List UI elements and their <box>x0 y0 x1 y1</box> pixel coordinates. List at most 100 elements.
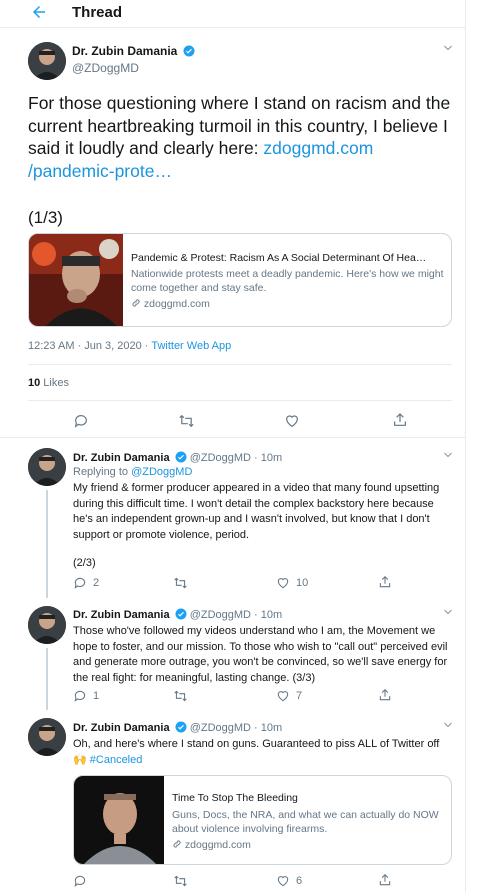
avatar[interactable] <box>28 718 66 756</box>
retweet-icon <box>173 874 188 888</box>
card-title: Time To Stop The Bleeding <box>172 792 298 804</box>
reply-button[interactable]: 1 <box>73 689 99 703</box>
heart-icon <box>276 874 290 888</box>
link-icon <box>131 298 144 310</box>
author-name[interactable]: Dr. Zubin Damania <box>73 609 170 621</box>
card-title: Pandemic & Protest: Racism As A Social D… <box>131 252 427 264</box>
like-button[interactable]: 6 <box>276 874 302 888</box>
share-icon <box>378 688 392 702</box>
share-button[interactable] <box>378 575 392 589</box>
like-count: 6 <box>296 875 303 887</box>
verified-badge-icon <box>175 608 187 623</box>
retweet-icon <box>178 413 195 429</box>
reply-icon <box>73 689 87 703</box>
author-name[interactable]: Dr. Zubin Damania <box>72 44 195 60</box>
share-button[interactable] <box>378 688 392 702</box>
reply-count: 1 <box>93 690 100 702</box>
card-image <box>74 776 164 864</box>
card-domain-text: zdoggmd.com <box>143 298 210 310</box>
retweet-button[interactable] <box>173 874 194 888</box>
card-description: Guns, Docs, the NRA, and what we can act… <box>172 809 439 835</box>
like-button[interactable] <box>284 413 300 429</box>
divider <box>28 400 452 401</box>
share-button[interactable] <box>378 873 392 887</box>
reply-text-body: Oh, and here's where I stand on guns. Gu… <box>73 738 440 750</box>
card-description: Nationwide protests meet a deadly pandem… <box>131 268 444 294</box>
avatar[interactable] <box>28 448 66 486</box>
share-button[interactable] <box>392 412 408 428</box>
page-title: Thread <box>72 4 123 21</box>
thread-line <box>46 648 48 710</box>
card-domain-text: zdoggmd.com <box>184 839 251 851</box>
retweet-icon <box>173 689 188 703</box>
reply-header: Dr. Zubin Damania @ZDoggMD · 10m <box>73 608 282 623</box>
avatar[interactable] <box>28 42 66 80</box>
share-icon <box>378 575 392 589</box>
reply-button[interactable]: 2 <box>73 576 99 590</box>
author-handle[interactable]: @ZDoggMD · 10m <box>190 722 282 734</box>
reply-header: Dr. Zubin Damania @ZDoggMD · 10m <box>73 721 282 736</box>
retweet-button[interactable] <box>178 413 195 429</box>
author-handle[interactable]: @ZDoggMD <box>72 61 139 75</box>
author-name[interactable]: Dr. Zubin Damania <box>73 722 170 734</box>
thread-view: Thread Dr. Zubin Damania @ZDoggMD For th… <box>0 0 466 892</box>
like-button[interactable]: 7 <box>276 689 302 703</box>
tweet-text-body: For those questioning where I stand on r… <box>28 93 451 158</box>
hashtag-link[interactable]: #Canceled <box>90 754 143 766</box>
author-handle[interactable]: @ZDoggMD · 10m <box>190 609 282 621</box>
thread-header: Thread <box>0 0 465 28</box>
link-icon <box>172 839 182 851</box>
retweet-button[interactable] <box>173 689 194 703</box>
heart-icon <box>276 689 290 703</box>
link-card[interactable]: Pandemic & Protest: Racism As A Social D… <box>28 233 452 327</box>
avatar[interactable] <box>28 606 66 644</box>
share-icon <box>378 873 392 887</box>
reply-icon <box>73 413 89 429</box>
chevron-down-icon[interactable] <box>442 449 454 464</box>
replying-to: Replying to @ZDoggMD <box>73 466 192 478</box>
verified-badge-icon <box>183 45 195 60</box>
tweet-counter: (1/3) <box>28 208 63 227</box>
chevron-down-icon[interactable] <box>442 42 454 57</box>
link-card[interactable]: Time To Stop The Bleeding Guns, Docs, th… <box>73 775 452 865</box>
raised-hands-emoji: 🙌 <box>73 753 87 766</box>
reply-counter: (2/3) <box>73 557 96 569</box>
likes-label: Likes <box>40 377 69 389</box>
reply-button[interactable] <box>73 874 93 888</box>
arrow-left-icon[interactable] <box>30 3 50 23</box>
reply-header: Dr. Zubin Damania @ZDoggMD · 10m <box>73 451 282 466</box>
tweet-link-part1: zdoggmd.com <box>263 138 374 158</box>
card-image <box>29 234 123 326</box>
author-name-text: Dr. Zubin Damania <box>72 44 178 58</box>
reply-count: 2 <box>93 577 100 589</box>
likes-summary[interactable]: 10 Likes <box>28 377 69 389</box>
reply-text: Oh, and here's where I stand on guns. Gu… <box>73 737 451 768</box>
likes-count: 10 <box>28 377 41 389</box>
scrollbar[interactable] <box>467 0 479 892</box>
replying-label: Replying to <box>73 466 132 478</box>
share-icon <box>392 412 408 428</box>
heart-icon <box>276 576 290 590</box>
verified-badge-icon <box>175 451 187 466</box>
like-count: 7 <box>296 690 303 702</box>
reply-text: My friend & former producer appeared in … <box>73 482 440 541</box>
reply-button[interactable] <box>73 413 89 429</box>
author-name[interactable]: Dr. Zubin Damania <box>73 452 170 464</box>
retweet-button[interactable] <box>173 576 194 590</box>
author-handle[interactable]: @ZDoggMD · 10m <box>190 452 282 464</box>
tweet-link-part2: /pandemic-prote… <box>28 160 172 181</box>
heart-icon <box>284 413 300 429</box>
tweet-text: For those questioning where I stand on r… <box>28 92 458 182</box>
replying-handle[interactable]: @ZDoggMD <box>131 466 192 478</box>
card-domain: zdoggmd.com <box>131 298 210 310</box>
chevron-down-icon[interactable] <box>442 719 454 734</box>
chevron-down-icon[interactable] <box>442 606 454 621</box>
divider <box>0 437 465 438</box>
reply-icon <box>73 576 87 590</box>
tweet-timestamp[interactable]: 12:23 AM · Jun 3, 2020 · <box>28 340 151 352</box>
verified-badge-icon <box>175 721 187 736</box>
retweet-icon <box>173 576 188 590</box>
source-app-link[interactable]: Twitter Web App <box>151 340 231 352</box>
like-button[interactable]: 10 <box>276 576 308 590</box>
reply-text: Those who've followed my videos understa… <box>73 625 448 684</box>
